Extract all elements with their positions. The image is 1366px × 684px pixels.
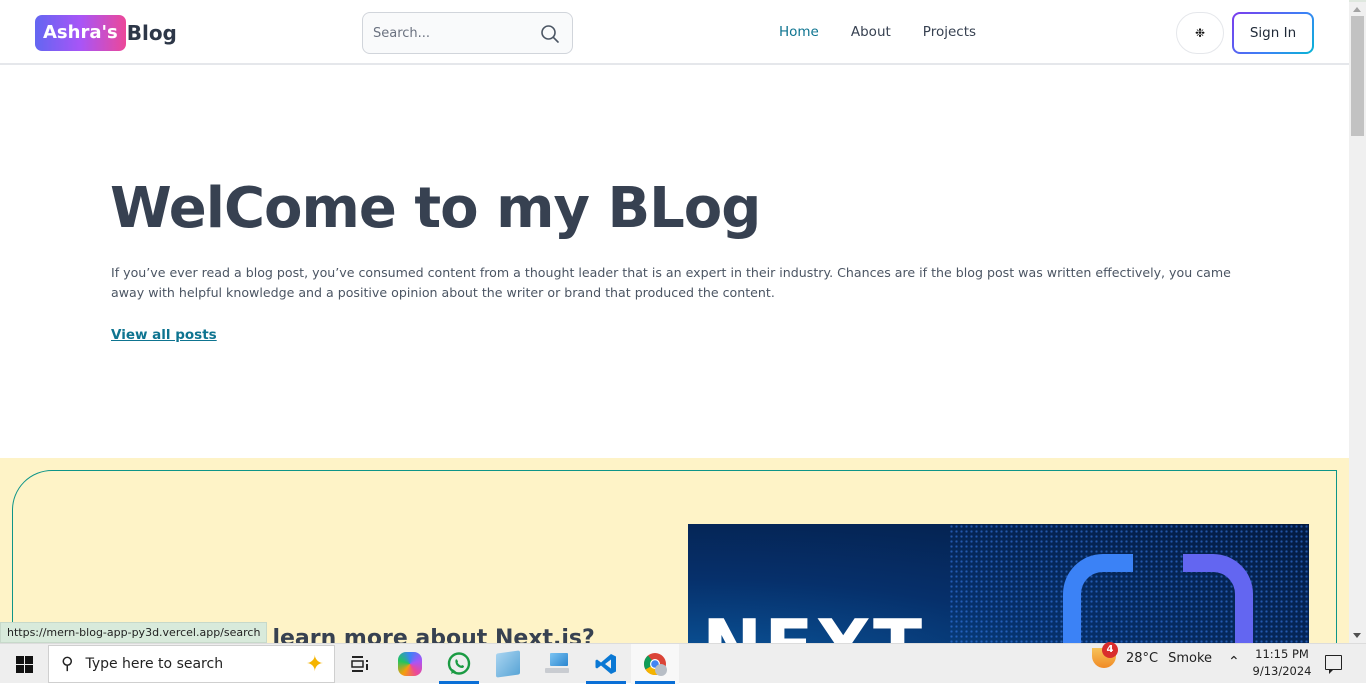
- taskbar-search-placeholder: Type here to search: [85, 656, 224, 672]
- start-button[interactable]: [0, 644, 48, 684]
- sign-in-button[interactable]: Sign In: [1234, 14, 1312, 52]
- notification-center-icon[interactable]: [1325, 655, 1342, 674]
- promo-card: Want to learn more about Next.js? NEXT: [12, 470, 1337, 643]
- nextjs-promo-image: NEXT: [688, 524, 1309, 643]
- image-brace-left: [1063, 554, 1133, 643]
- browser-viewport: Ashra's Blog Home About Projects ❉ Sign …: [0, 0, 1349, 643]
- site-logo[interactable]: Ashra's Blog: [35, 15, 177, 51]
- scroll-up-arrow-icon[interactable]: [1353, 7, 1361, 12]
- taskbar-search-box[interactable]: ⚲ Type here to search ✦: [48, 645, 335, 683]
- weather-condition: Smoke: [1168, 650, 1213, 666]
- hero-title: WelCome to my BLog: [110, 176, 761, 241]
- chrome-icon: [644, 653, 667, 676]
- weather-widget[interactable]: 4 28°C Smoke: [1092, 642, 1213, 668]
- site-header: Ashra's Blog Home About Projects ❉ Sign …: [0, 2, 1349, 65]
- image-brace-right: [1183, 554, 1253, 643]
- taskbar-whatsapp[interactable]: [435, 644, 483, 684]
- search-icon[interactable]: [540, 24, 560, 44]
- page-scrollbar[interactable]: [1349, 2, 1366, 643]
- logo-text: Blog: [126, 21, 177, 45]
- search-form: [362, 12, 573, 54]
- notepad-icon: [496, 650, 520, 678]
- taskbar-notepad[interactable]: [484, 644, 532, 684]
- computer-icon: [545, 653, 571, 675]
- magnifier-icon: ⚲: [61, 654, 74, 674]
- sun-icon: ❉: [1194, 26, 1206, 40]
- weather-temperature: 28°C: [1126, 650, 1159, 666]
- clock-time: 11:15 PM: [1255, 647, 1309, 661]
- view-all-posts-link[interactable]: View all posts: [111, 327, 217, 343]
- hero-description: If you’ve ever read a blog post, you’ve …: [111, 265, 1231, 300]
- taskbar-task-view[interactable]: [336, 644, 384, 684]
- theme-toggle-button[interactable]: ❉: [1176, 12, 1224, 54]
- copilot-icon: [398, 652, 422, 676]
- vscode-icon: [595, 654, 616, 674]
- show-hidden-icons-chevron-icon[interactable]: ⌃: [1228, 654, 1240, 670]
- nav-projects[interactable]: Projects: [923, 24, 976, 40]
- nav-home[interactable]: Home: [779, 24, 819, 40]
- promo-section: Want to learn more about Next.js? NEXT: [0, 458, 1349, 643]
- taskbar-vscode[interactable]: [582, 644, 630, 684]
- sparkle-icon: ✦: [305, 652, 324, 677]
- taskbar-this-pc[interactable]: [534, 644, 582, 684]
- main-nav: Home About Projects: [779, 24, 1008, 40]
- search-input[interactable]: [373, 25, 533, 41]
- scroll-down-arrow-icon[interactable]: [1353, 633, 1361, 638]
- image-next-text: NEXT: [702, 604, 924, 643]
- link-status-url: https://mern-blog-app-py3d.vercel.app/se…: [0, 622, 268, 643]
- sign-in-button-border: Sign In: [1232, 12, 1314, 54]
- scrollbar-thumb[interactable]: [1351, 16, 1364, 136]
- taskbar-copilot[interactable]: [386, 644, 434, 684]
- clock-date: 9/13/2024: [1252, 664, 1312, 678]
- windows-logo-icon: [15, 655, 33, 673]
- windows-taskbar: ⚲ Type here to search ✦ 4 28°C Smoke ⌃ 1…: [0, 642, 1366, 684]
- weather-smoke-icon: 4: [1092, 642, 1118, 668]
- task-view-icon: [351, 656, 368, 672]
- logo-badge: Ashra's: [35, 15, 126, 51]
- taskbar-chrome[interactable]: [631, 644, 679, 684]
- nav-about[interactable]: About: [851, 24, 891, 40]
- system-clock[interactable]: 11:15 PM 9/13/2024: [1252, 646, 1312, 680]
- weather-notification-badge: 4: [1102, 642, 1118, 658]
- whatsapp-icon: [447, 652, 471, 675]
